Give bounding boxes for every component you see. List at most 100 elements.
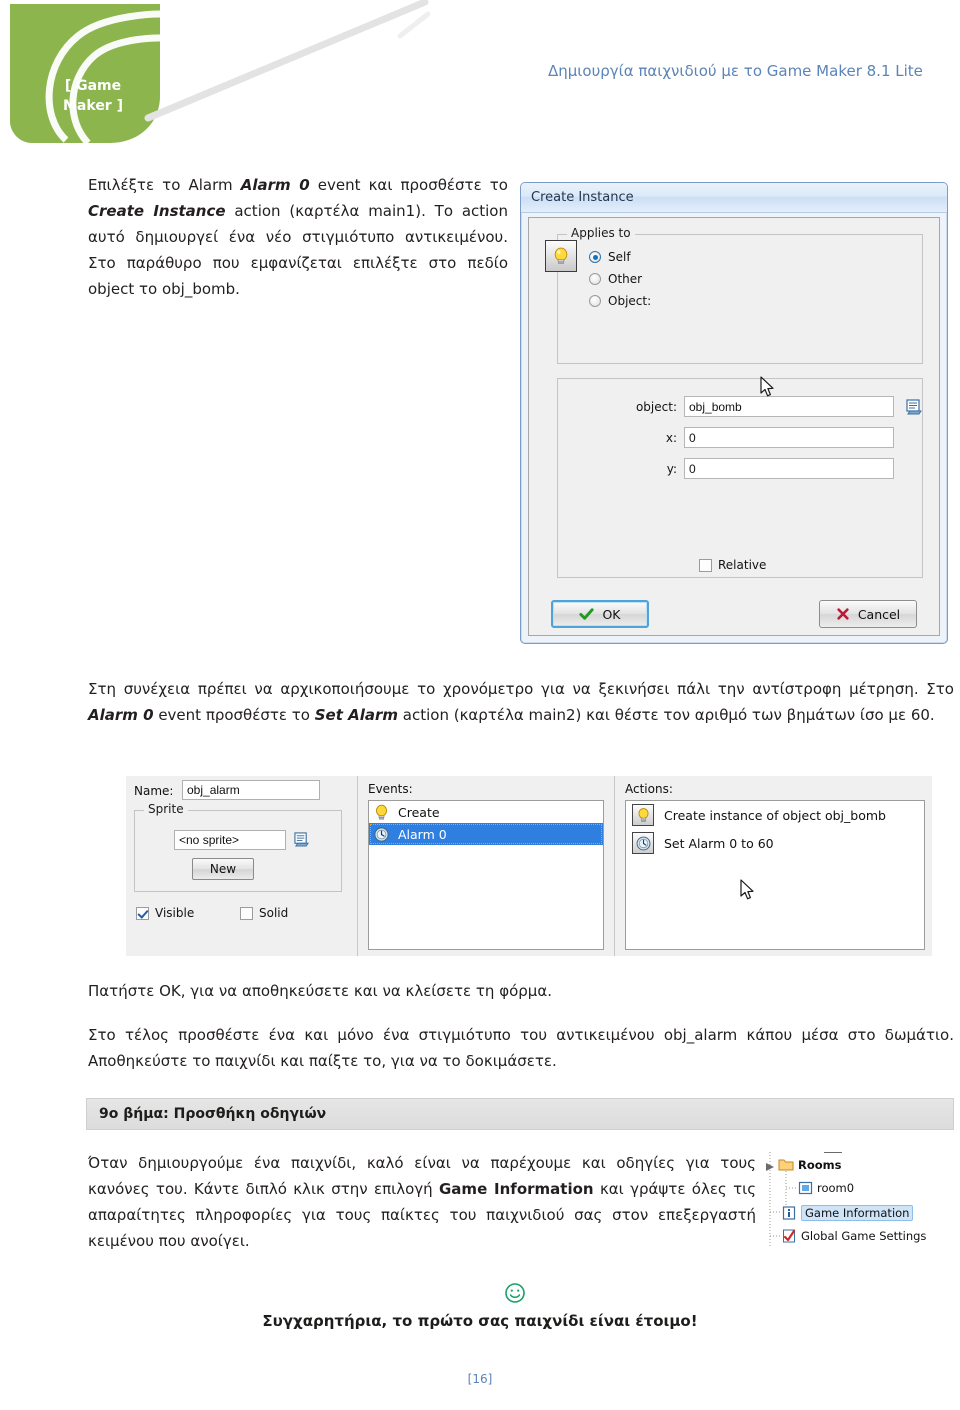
visible-checkbox-icon[interactable] xyxy=(136,906,149,920)
action-item-create-instance-label: Create instance of object obj_bomb xyxy=(664,807,886,823)
post-paragraph-1: Πατήστε OK, για να αποθηκεύσετε και να κ… xyxy=(88,982,552,1000)
events-listbox[interactable]: Create Alarm 0 xyxy=(368,800,604,950)
tree-item-global-game-settings-label: Global Game Settings xyxy=(801,1229,927,1243)
folder-icon xyxy=(778,1159,794,1171)
step-banner-label: 9ο βήμα: Προσθήκη οδηγιών xyxy=(99,1106,327,1122)
object-editor-screenshot[interactable]: Name: Sprite New Visible Solid xyxy=(126,776,932,956)
mid-emph-set-alarm: Set Alarm xyxy=(314,706,399,724)
object-properties-panel: Name: Sprite New Visible Solid xyxy=(126,776,358,956)
object-name-input[interactable] xyxy=(182,780,320,800)
events-panel: Events: Create Alarm 0 xyxy=(366,776,606,956)
x-field-input[interactable] xyxy=(684,427,894,448)
radio-other-label: Other xyxy=(608,272,643,286)
applies-to-option-object[interactable]: Object: xyxy=(589,294,651,308)
lightbulb-icon xyxy=(373,804,390,821)
relative-checkbox-row[interactable]: Relative xyxy=(699,558,766,572)
object-field-row[interactable]: object: xyxy=(625,396,894,417)
y-field-row[interactable]: y: xyxy=(625,458,894,479)
y-field-label: y: xyxy=(666,461,677,476)
solid-checkbox-label: Solid xyxy=(259,906,289,920)
radio-other-icon[interactable] xyxy=(589,273,601,285)
tree-item-global-game-settings[interactable]: Global Game Settings xyxy=(782,1229,926,1243)
y-field-input[interactable] xyxy=(684,458,894,479)
event-item-create-label: Create xyxy=(398,804,440,820)
solid-checkbox-row[interactable]: Solid xyxy=(240,906,288,920)
page-header: [ Game Maker ] Δημιουργία παιχνιδιού με … xyxy=(0,0,960,150)
room-icon xyxy=(798,1181,813,1195)
ok-button[interactable]: OK xyxy=(551,600,649,628)
solid-checkbox-icon[interactable] xyxy=(240,906,253,920)
sprite-list-picker-glyph xyxy=(294,832,309,847)
mid-text-e: action (καρτέλα main2) και θέστε τον αρι… xyxy=(398,706,935,724)
event-item-alarm0[interactable]: Alarm 0 xyxy=(369,823,603,845)
intro-emph-create-instance: Create Instance xyxy=(88,202,226,220)
mid-emph-alarm0: Alarm 0 xyxy=(88,706,154,724)
logo-line-1: [ Game xyxy=(64,78,122,94)
object-menu-icon[interactable] xyxy=(905,399,923,415)
sprite-menu-icon[interactable] xyxy=(293,832,310,851)
radio-object-icon[interactable] xyxy=(589,295,601,307)
object-field-input[interactable] xyxy=(684,396,894,417)
applies-to-option-other[interactable]: Other xyxy=(589,272,642,286)
alarm-clock-glyph xyxy=(636,836,650,850)
object-field-label: object: xyxy=(635,399,677,414)
visible-checkbox-label: Visible xyxy=(155,906,195,920)
mid-text-c: event προσθέστε το xyxy=(153,706,315,724)
close-icon xyxy=(837,608,849,620)
action-item-create-instance[interactable]: Create instance of object obj_bomb xyxy=(626,801,924,829)
game-maker-logo: [ Game Maker ] xyxy=(10,4,160,144)
page-number: [16] xyxy=(467,1372,493,1386)
lightbulb-icon xyxy=(632,804,654,826)
tree-item-rooms[interactable]: Rooms xyxy=(778,1158,841,1172)
actions-label: Actions: xyxy=(625,782,673,796)
applies-to-option-self[interactable]: Self xyxy=(589,250,631,264)
alarm-clock-icon xyxy=(373,826,390,843)
tree-item-room0[interactable]: room0 xyxy=(798,1181,854,1195)
logo-shield-icon xyxy=(10,4,160,144)
info-icon xyxy=(782,1206,796,1220)
actions-panel: Actions: Create instance of object obj_b… xyxy=(614,776,932,956)
dialog-body: Applies to Self Other Object: object: ob… xyxy=(528,217,940,636)
ok-button-label: OK xyxy=(602,606,621,622)
sprite-input[interactable] xyxy=(174,830,286,850)
resource-tree[interactable]: Rooms room0 Game Information Global Game… xyxy=(764,1152,956,1258)
dialog-title: Create Instance xyxy=(531,190,634,205)
tree-item-rooms-label: Rooms xyxy=(798,1158,842,1172)
final-emph-game-information: Game Information xyxy=(439,1180,594,1198)
lightbulb-glyph xyxy=(637,807,649,822)
x-field-row[interactable]: x: xyxy=(625,427,894,448)
sprite-new-button[interactable]: New xyxy=(192,858,254,880)
tree-item-game-information[interactable]: Game Information xyxy=(782,1205,914,1221)
intro-text-a: Επιλέξτε το Alarm xyxy=(88,176,241,194)
mouse-pointer-icon xyxy=(740,879,754,900)
name-label: Name: xyxy=(134,784,174,798)
x-field-label: x: xyxy=(665,430,677,445)
list-picker-glyph xyxy=(906,399,922,415)
radio-self-icon[interactable] xyxy=(589,251,601,263)
smiley-face-icon xyxy=(504,1282,526,1304)
mid-paragraph: Στη συνέχεια πρέπει να αρχικοποιήσουμε τ… xyxy=(88,676,954,728)
intro-text-c: event και προσθέστε το xyxy=(309,176,508,194)
smiley-glyph xyxy=(505,1283,525,1303)
intro-paragraph: Επιλέξτε το Alarm Alarm 0 event και προσ… xyxy=(88,172,508,302)
event-item-create[interactable]: Create xyxy=(369,801,603,823)
actions-listbox[interactable]: Create instance of object obj_bomb Set A… xyxy=(625,800,925,950)
action-item-set-alarm-label: Set Alarm 0 to 60 xyxy=(664,835,774,851)
final-paragraph: Όταν δημιουργούμε ένα παιχνίδι, καλό είν… xyxy=(88,1150,756,1254)
cancel-button[interactable]: Cancel xyxy=(819,600,917,628)
alarm-clock-icon xyxy=(632,832,654,854)
create-instance-dialog[interactable]: Create Instance Applies to Self Other Ob… xyxy=(520,182,948,644)
relative-checkbox-icon[interactable] xyxy=(699,558,712,572)
congrats-message: Συγχαρητήρια, το πρώτο σας παιχνίδι είνα… xyxy=(262,1312,698,1330)
action-item-set-alarm[interactable]: Set Alarm 0 to 60 xyxy=(626,829,924,857)
sprite-legend: Sprite xyxy=(144,802,188,816)
mid-text-a: Στη συνέχεια πρέπει να αρχικοποιήσουμε τ… xyxy=(88,680,954,698)
alarm-clock-glyph xyxy=(374,826,389,842)
dialog-titlebar: Create Instance xyxy=(521,183,947,213)
visible-checkbox-row[interactable]: Visible xyxy=(136,906,194,920)
logo-text: [ Game Maker ] xyxy=(38,76,148,116)
tree-item-room0-label: room0 xyxy=(817,1181,855,1195)
event-item-alarm0-label: Alarm 0 xyxy=(398,826,447,842)
lightbulb-glyph xyxy=(376,804,387,820)
checkmark-icon xyxy=(783,1229,796,1243)
